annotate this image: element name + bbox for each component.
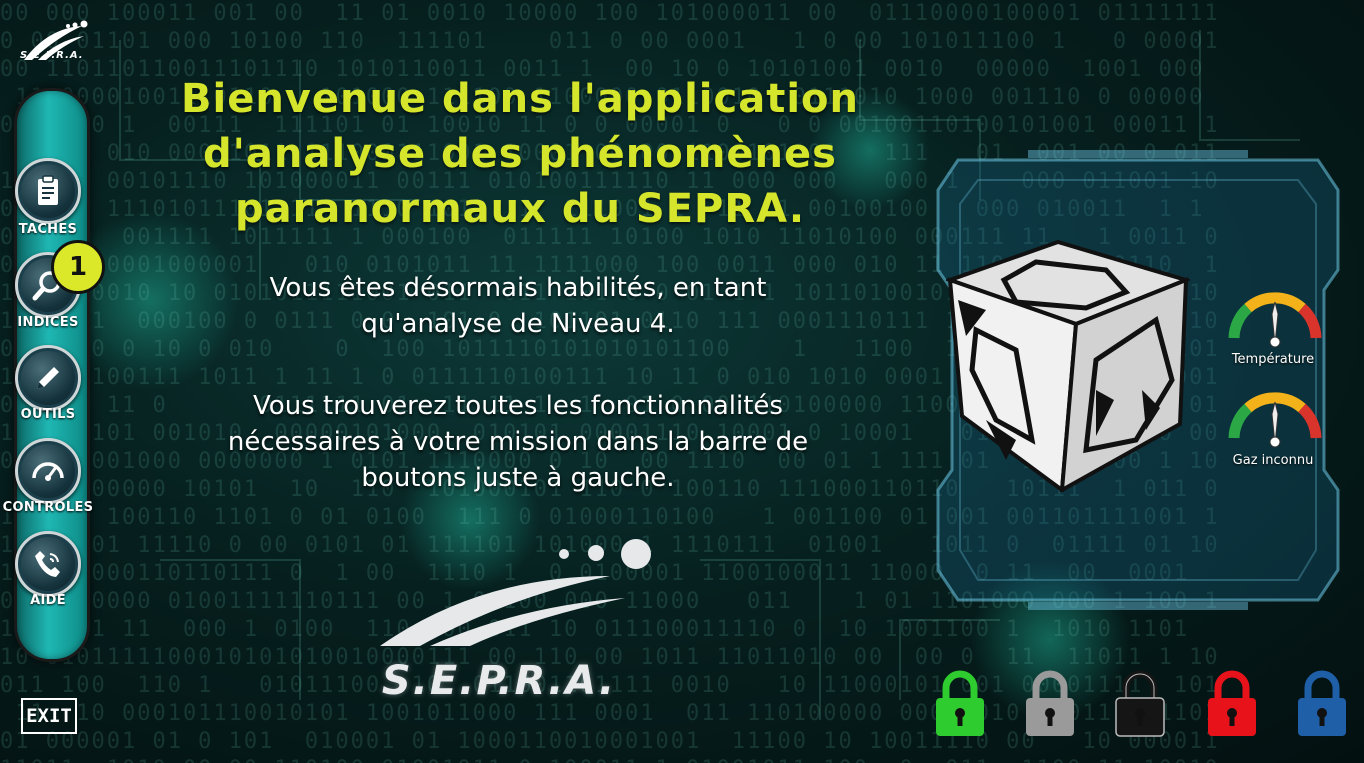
welcome-title-line: Bienvenue dans l'application xyxy=(181,76,859,122)
sidebar-item-taches[interactable] xyxy=(15,158,81,224)
lock-gray-icon[interactable] xyxy=(1022,668,1078,740)
gas-gauge-label: Gaz inconnu xyxy=(1232,453,1314,468)
pencil-icon xyxy=(37,367,59,389)
welcome-title-line: paranormaux du SEPRA. xyxy=(234,186,806,232)
notification-badge: 1 xyxy=(51,240,105,294)
welcome-paragraph-2: Vous trouverez toutes les fonctionnalité… xyxy=(130,388,906,496)
sidebar-label-indices: INDICES xyxy=(17,315,79,330)
clipboard-icon xyxy=(38,175,58,205)
brand-name-large: S.E.P.R.A. xyxy=(381,658,617,704)
lock-blue-icon[interactable] xyxy=(1294,668,1350,740)
lock-red-icon[interactable] xyxy=(1204,668,1260,740)
welcome-text-line: Vous trouverez toutes les fonctionnalité… xyxy=(253,391,783,421)
phone-icon xyxy=(35,551,60,577)
welcome-text-line: boutons juste à gauche. xyxy=(361,463,675,493)
gas-gauge-icon xyxy=(1228,392,1322,448)
sidebar-label-outils: OUTILS xyxy=(20,407,76,422)
welcome-text-line: Vous êtes désormais habilités, en tant xyxy=(269,273,767,303)
sidebar-item-outils[interactable] xyxy=(15,345,81,411)
welcome-paragraph-1: Vous êtes désormais habilités, en tant q… xyxy=(130,270,906,342)
lock-black-icon[interactable] xyxy=(1112,668,1168,740)
brand-name-small: S.E.P.R.A. xyxy=(20,50,84,61)
sidebar-label-aide: AIDE xyxy=(30,593,66,608)
exit-button[interactable]: EXIT xyxy=(21,698,77,734)
temperature-gauge-icon xyxy=(1228,292,1322,348)
sidebar-item-controles[interactable] xyxy=(15,438,81,504)
welcome-title-line: d'analyse des phénomènes xyxy=(203,131,837,177)
speedometer-icon xyxy=(32,462,64,481)
cube-artifact xyxy=(946,240,1190,492)
welcome-text-line: nécessaires à votre mission dans la barr… xyxy=(227,427,809,457)
welcome-title: Bienvenue dans l'application d'analyse d… xyxy=(130,72,910,237)
sidebar-item-aide[interactable] xyxy=(15,531,81,597)
sidebar-label-taches: TACHES xyxy=(18,222,78,237)
lock-green-icon[interactable] xyxy=(932,668,988,740)
welcome-text-line: qu'analyse de Niveau 4. xyxy=(361,309,675,339)
sidebar-label-controles: CONTROLES xyxy=(2,500,94,515)
temperature-gauge-label: Température xyxy=(1231,352,1315,367)
